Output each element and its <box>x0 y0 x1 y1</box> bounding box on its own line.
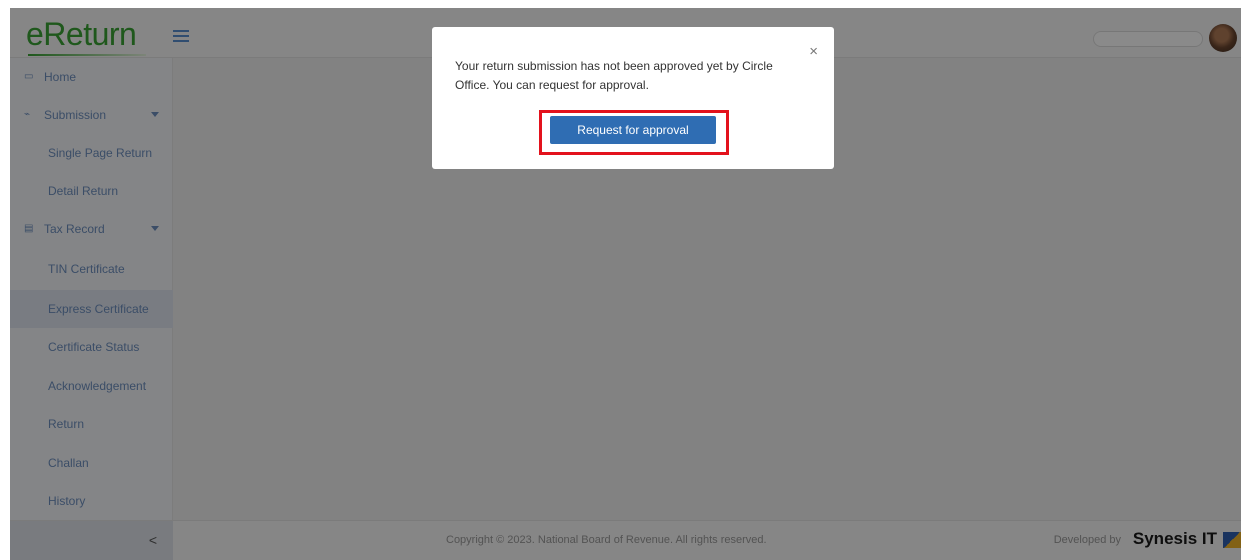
dialog-message: Your return submission has not been appr… <box>455 59 773 92</box>
approval-dialog: × Your return submission has not been ap… <box>432 27 834 169</box>
request-approval-button[interactable]: Request for approval <box>550 116 716 144</box>
close-icon[interactable]: × <box>809 43 818 60</box>
app-window: eReturn ▭ Home ⌁ Submission Single Page … <box>0 0 1241 560</box>
